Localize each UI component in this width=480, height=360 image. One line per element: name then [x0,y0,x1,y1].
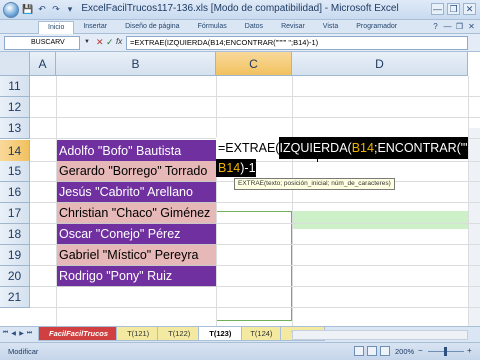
row-header-14[interactable]: 14 [0,140,30,162]
gridline-vertical [216,76,217,326]
cancel-icon[interactable]: ✕ [96,37,104,48]
help-icon[interactable]: ? [431,22,440,31]
name-cell-b17[interactable]: Christian "Chaco" Giménez [56,203,216,224]
window-title: ExcelFacilTrucos117-136.xls [Modo de com… [81,3,399,14]
horizontal-scrollbar[interactable] [292,330,468,340]
formula-part-encontrar: ;ENCONTRAR("""" "; [373,141,468,155]
last-sheet-icon[interactable]: ⏭ [26,330,33,337]
name-cell-b20[interactable]: Rodrigo "Pony" Ruiz [56,266,216,287]
window-controls: — ❐ ✕ [431,3,476,15]
name-box[interactable]: BUSCARV [4,36,80,50]
gridline [30,307,480,308]
insert-function-icon[interactable]: fx [116,37,122,46]
name-box-dropdown-icon[interactable]: ▼ [84,39,90,45]
name-cell-b18[interactable]: Oscar "Conejo" Pérez [56,224,216,245]
formula-part-izquierda: IZQUIERDA( [279,141,352,155]
minimize-button[interactable]: — [431,3,444,15]
zoom-level[interactable]: 200% [395,347,414,356]
title-bar: 💾 ↶ ↷ ▾ ExcelFacilTrucos117-136.xls [Mod… [0,0,480,20]
workbook-close-button[interactable]: ✕ [467,22,476,31]
formula-ref-b14: B14 [351,141,374,155]
page-break-view-icon[interactable] [380,346,390,356]
tab-inicio[interactable]: Inicio [38,21,75,34]
vertical-scrollbar[interactable] [468,128,480,326]
workbook-restore-button[interactable]: ❐ [455,22,464,31]
gridline-vertical [292,76,293,326]
sheet-navigation: ⏮ ◀ ▶ ⏭ [2,330,33,337]
page-layout-view-icon[interactable] [367,346,377,356]
formula-input[interactable]: =EXTRAE(IZQUIERDA(B14;ENCONTRAR("""" ";B… [126,36,468,50]
formula-part-extrae: =EXTRAE( [216,137,280,159]
column-header-c[interactable]: C [216,52,292,76]
name-cell-b19[interactable]: Gabriel "Místico" Pereyra [56,245,216,266]
editing-cell-c14[interactable]: =EXTRAE(IZQUIERDA(B14;ENCONTRAR("""" "; [216,137,468,159]
zoom-slider-thumb[interactable] [444,347,447,356]
function-tooltip: EXTRAE(texto; posición_inicial; núm_de_c… [234,178,395,190]
ribbon: Inicio Insertar Diseño de página Fórmula… [0,20,480,34]
tab-insertar[interactable]: Insertar [74,21,116,34]
ribbon-tabs: Inicio Insertar Diseño de página Fórmula… [38,21,406,34]
tab-vista[interactable]: Vista [314,21,347,34]
select-all-button[interactable] [0,52,30,76]
row-header-15[interactable]: 15 [0,161,30,182]
sheet-tab-bar: ⏮ ◀ ▶ ⏭ FacilFacilTrucos T(121) T(122) T… [0,326,480,342]
prev-sheet-icon[interactable]: ◀ [10,330,17,337]
row-header-12[interactable]: 12 [0,97,30,118]
name-cell-b14[interactable]: Adolfo "Bofo" Bautista [56,140,216,162]
row-header-19[interactable]: 19 [0,245,30,266]
sheet-tabs: FacilFacilTrucos T(121) T(122) T(123) T(… [38,327,325,341]
column-header-a[interactable]: A [30,52,56,76]
tab-programador[interactable]: Programador [347,21,406,34]
view-buttons [354,346,390,356]
gridline-vertical [56,76,57,326]
mouse-cursor [317,152,318,162]
gridline-vertical [468,76,469,326]
selection-range [216,211,292,321]
row-header-11[interactable]: 11 [0,76,30,97]
workbook-minimize-button[interactable]: — [443,22,452,31]
tab-revisar[interactable]: Revisar [272,21,314,34]
editing-cell-line2[interactable]: B14)-1) [216,159,260,177]
tab-datos[interactable]: Datos [236,21,272,34]
row-14-highlight [292,211,480,229]
ribbon-right-controls: ? — ❐ ✕ [431,22,476,31]
row-header-18[interactable]: 18 [0,224,30,245]
sheet-tab-facilfacil[interactable]: FacilFacilTrucos [38,327,120,341]
tab-diseno-pagina[interactable]: Diseño de página [116,21,189,34]
zoom-out-button[interactable]: − [418,346,423,355]
row-header-20[interactable]: 20 [0,266,30,287]
formula-ref-b14-second: B14 [218,161,241,175]
row-header-13[interactable]: 13 [0,118,30,139]
sheet-tab-t124[interactable]: T(124) [239,327,284,341]
close-button[interactable]: ✕ [463,3,476,15]
next-sheet-icon[interactable]: ▶ [18,330,25,337]
tab-formulas[interactable]: Fórmulas [189,21,236,34]
status-bar: Modificar 200% − + [0,342,480,360]
row-header-21[interactable]: 21 [0,287,30,308]
sheet-tab-t123[interactable]: T(123) [198,327,243,341]
row-header-17[interactable]: 17 [0,203,30,224]
name-cell-b15[interactable]: Gerardo "Borrego" Torrado [56,161,216,182]
restore-button[interactable]: ❐ [447,3,460,15]
status-mode: Modificar [8,347,39,356]
sheet-tab-t122[interactable]: T(122) [157,327,202,341]
formula-bar: BUSCARV ▼ ✕ ✓ fx =EXTRAE(IZQUIERDA(B14;E… [0,34,480,52]
column-header-d[interactable]: D [292,52,468,76]
column-header-b[interactable]: B [56,52,216,76]
gridline [30,96,480,97]
gridline [30,117,480,118]
first-sheet-icon[interactable]: ⏮ [2,330,9,337]
name-cell-b16[interactable]: Jesús "Cabrito" Arellano [56,182,216,203]
enter-icon[interactable]: ✓ [106,37,114,48]
sheet-tab-t121[interactable]: T(121) [116,327,161,341]
formula-tail: )-1) [240,161,260,175]
row-header-16[interactable]: 16 [0,182,30,203]
zoom-in-button[interactable]: + [467,346,472,355]
normal-view-icon[interactable] [354,346,364,356]
